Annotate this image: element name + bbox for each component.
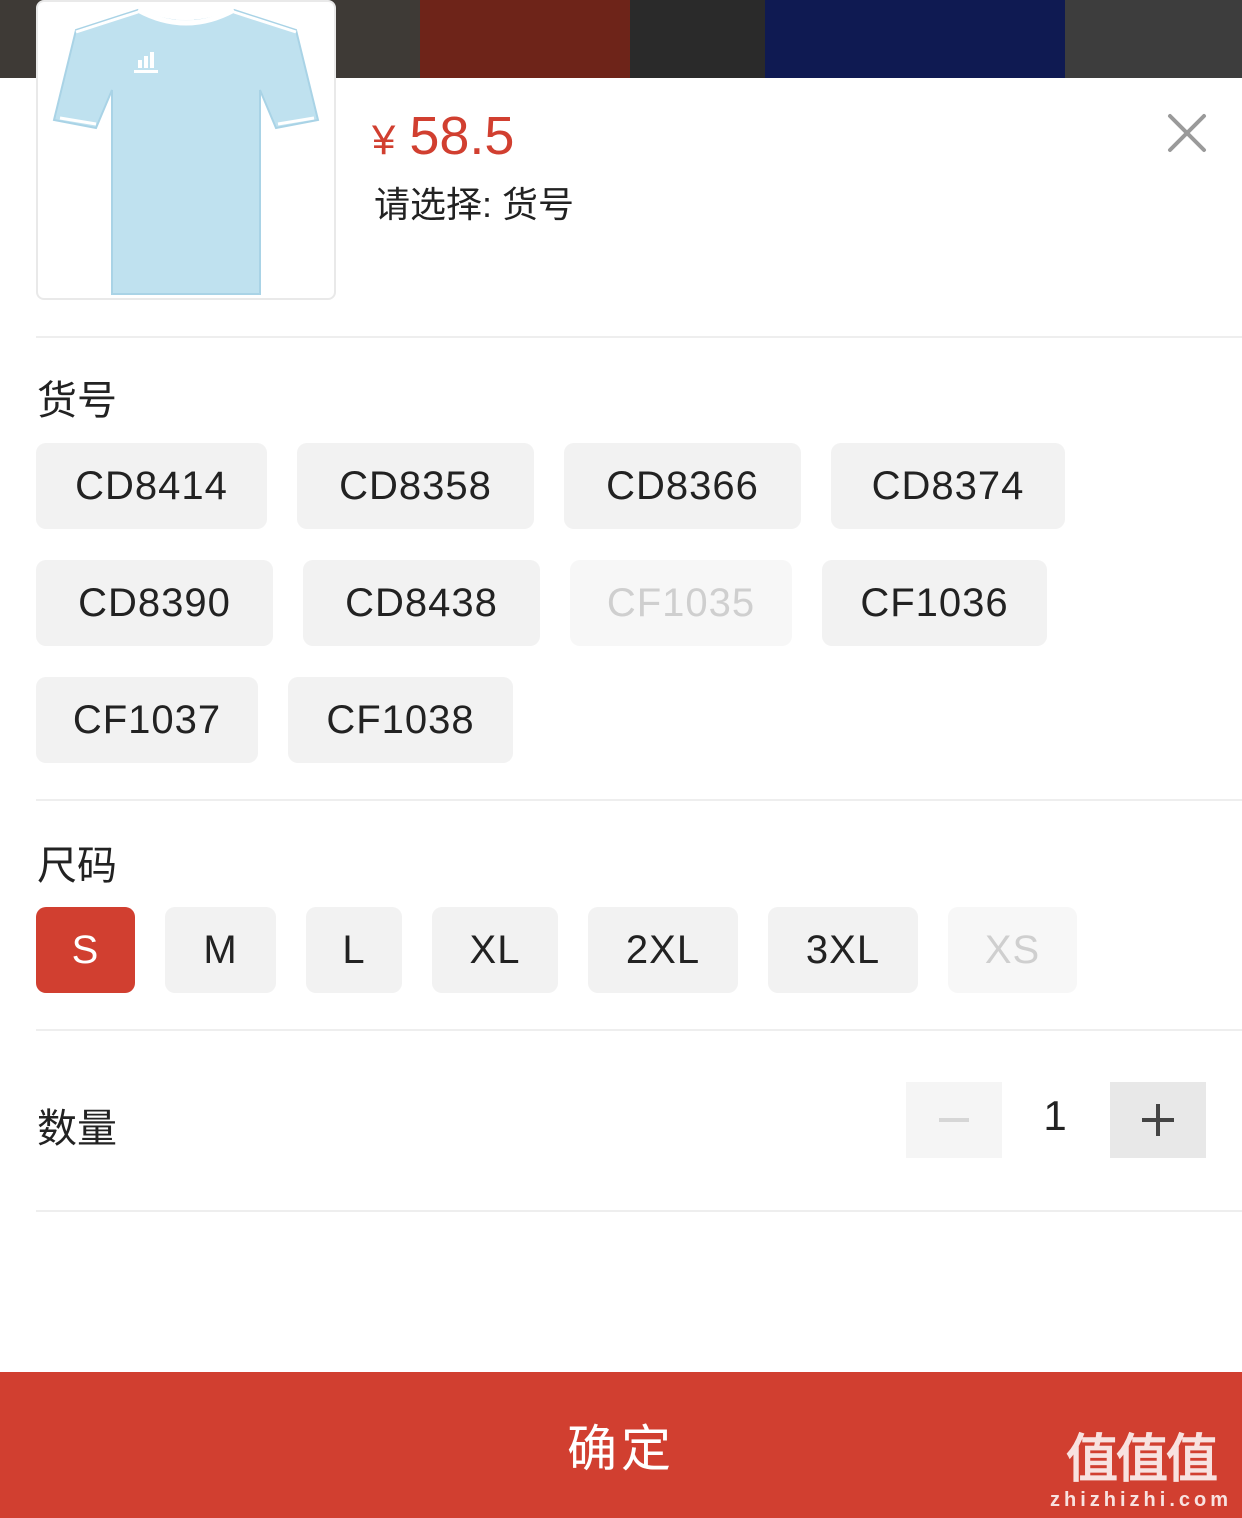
watermark-url: zhizhizhi.com (1050, 1489, 1232, 1511)
backdrop-segment (1065, 0, 1242, 78)
article-option-cd8438[interactable]: CD8438 (303, 560, 540, 646)
size-option-xl[interactable]: XL (432, 907, 558, 993)
product-thumbnail (36, 0, 336, 300)
backdrop-segment (630, 0, 765, 78)
divider (36, 336, 1242, 338)
size-option-3xl[interactable]: 3XL (768, 907, 918, 993)
close-button[interactable] (1162, 108, 1212, 158)
size-option-2xl[interactable]: 2XL (588, 907, 738, 993)
size-section-title: 尺码 (37, 844, 117, 888)
backdrop-segment (420, 0, 630, 78)
sku-selection-sheet: ¥58.5 请选择: 货号 货号 CD8414 CD8358 CD8366 CD… (0, 0, 1242, 1518)
article-section-title: 货号 (37, 379, 117, 423)
watermark-brand: 值值值 (1065, 1431, 1218, 1489)
divider (36, 1210, 1242, 1212)
article-option-cf1035: CF1035 (570, 560, 792, 646)
confirm-label: 确定 (567, 1421, 675, 1477)
divider (36, 799, 1242, 801)
size-option-s[interactable]: S (36, 907, 135, 993)
backdrop-segment (765, 0, 1065, 78)
article-option-cd8390[interactable]: CD8390 (36, 560, 273, 646)
minus-icon (939, 1118, 969, 1122)
article-option-cf1036[interactable]: CF1036 (822, 560, 1047, 646)
currency-symbol: ¥ (372, 116, 396, 163)
article-option-cd8358[interactable]: CD8358 (297, 443, 534, 529)
quantity-decrement-button[interactable] (906, 1082, 1002, 1158)
article-option-cf1037[interactable]: CF1037 (36, 677, 258, 763)
price: ¥58.5 (372, 105, 514, 167)
quantity-increment-button[interactable] (1110, 1082, 1206, 1158)
plus-icon (1142, 1104, 1174, 1136)
quantity-section-title: 数量 (37, 1107, 117, 1151)
article-option-cd8414[interactable]: CD8414 (36, 443, 267, 529)
quantity-value[interactable]: 1 (1010, 1092, 1100, 1140)
selection-prompt: 请选择: 货号 (374, 184, 575, 225)
article-option-cd8374[interactable]: CD8374 (831, 443, 1065, 529)
size-option-m[interactable]: M (165, 907, 276, 993)
article-option-cf1038[interactable]: CF1038 (288, 677, 513, 763)
watermark: 值值值 zhizhizhi.com (1050, 1432, 1232, 1512)
divider (36, 1029, 1242, 1031)
confirm-button[interactable]: 确定 值值值 zhizhizhi.com (0, 1372, 1242, 1518)
close-icon (1168, 114, 1206, 152)
size-option-xs: XS (948, 907, 1077, 993)
size-option-l[interactable]: L (306, 907, 402, 993)
article-option-cd8366[interactable]: CD8366 (564, 443, 801, 529)
tshirt-image (52, 7, 320, 295)
price-value: 58.5 (409, 106, 515, 166)
